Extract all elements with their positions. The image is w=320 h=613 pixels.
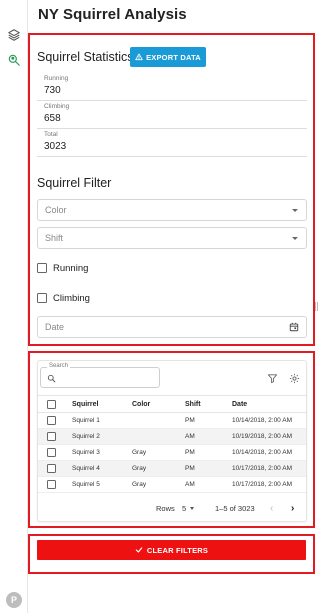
cell-squirrel: Squirrel 4 bbox=[72, 465, 100, 472]
chevron-down-icon bbox=[292, 209, 298, 212]
cell-color: Gray bbox=[132, 465, 147, 472]
previous-page-icon[interactable]: ‹ bbox=[270, 501, 273, 515]
shift-select[interactable]: Shift bbox=[37, 227, 307, 249]
date-placeholder: Date bbox=[45, 322, 65, 332]
cell-date: 10/17/2018, 2:00 AM bbox=[232, 481, 292, 488]
chevron-down-icon bbox=[292, 237, 298, 240]
resize-handle[interactable] bbox=[315, 302, 318, 311]
shift-placeholder: Shift bbox=[45, 233, 64, 243]
avatar[interactable]: P bbox=[6, 592, 22, 608]
running-checkbox-row[interactable]: Running bbox=[37, 261, 88, 275]
rows-per-page-label: Rows bbox=[156, 503, 175, 513]
search-input[interactable]: Search bbox=[40, 363, 160, 388]
cell-shift: PM bbox=[185, 449, 195, 456]
row-checkbox[interactable] bbox=[47, 445, 56, 460]
column-header-squirrel[interactable]: Squirrel bbox=[72, 396, 98, 412]
table-row[interactable]: Squirrel 2 AM 10/19/2018, 2:00 AM bbox=[38, 429, 306, 445]
table-row[interactable]: Squirrel 5 Gray AM 10/17/2018, 2:00 AM bbox=[38, 477, 306, 493]
stat-climbing: Climbing 658 bbox=[37, 101, 307, 129]
column-header-color[interactable]: Color bbox=[132, 396, 150, 412]
cell-date: 10/14/2018, 2:00 AM bbox=[232, 449, 292, 456]
stat-total: Total 3023 bbox=[37, 129, 307, 157]
statistics-title: Squirrel Statistics bbox=[37, 50, 134, 64]
export-data-button[interactable]: EXPORT DATA bbox=[130, 47, 206, 67]
climbing-label: Climbing bbox=[53, 292, 90, 304]
layers-icon[interactable] bbox=[4, 25, 24, 45]
stat-label: Climbing bbox=[44, 103, 70, 110]
search-icon bbox=[47, 374, 56, 383]
row-checkbox[interactable] bbox=[47, 413, 56, 428]
cell-date: 10/17/2018, 2:00 AM bbox=[232, 465, 292, 472]
check-icon bbox=[135, 547, 143, 553]
filter-title: Squirrel Filter bbox=[37, 176, 112, 190]
stat-running: Running 730 bbox=[37, 73, 307, 101]
stat-value: 658 bbox=[44, 113, 61, 124]
cell-color: Gray bbox=[132, 481, 147, 488]
table-row[interactable]: Squirrel 4 Gray PM 10/17/2018, 2:00 AM bbox=[38, 461, 306, 477]
column-header-date[interactable]: Date bbox=[232, 396, 247, 412]
table-row[interactable]: Squirrel 3 Gray PM 10/14/2018, 2:00 AM bbox=[38, 445, 306, 461]
stat-label: Total bbox=[44, 131, 58, 138]
running-label: Running bbox=[53, 262, 89, 274]
column-header-shift[interactable]: Shift bbox=[185, 396, 201, 412]
cell-shift: AM bbox=[185, 481, 195, 488]
climbing-checkbox-row[interactable]: Climbing bbox=[37, 291, 90, 305]
rows-per-page-value: 5 bbox=[182, 503, 187, 513]
cell-squirrel: Squirrel 1 bbox=[72, 417, 100, 424]
color-placeholder: Color bbox=[45, 205, 67, 215]
pagination-range: 1–5 of 3023 bbox=[215, 503, 255, 513]
stat-label: Running bbox=[44, 75, 69, 82]
page-title: NY Squirrel Analysis bbox=[38, 6, 187, 23]
cell-date: 10/14/2018, 2:00 AM bbox=[232, 417, 292, 424]
row-checkbox[interactable] bbox=[47, 429, 56, 444]
filter-icon[interactable] bbox=[265, 371, 279, 385]
rows-per-page-select[interactable]: 5 bbox=[182, 501, 195, 515]
running-checkbox[interactable] bbox=[37, 263, 47, 273]
left-rail: P bbox=[0, 0, 28, 613]
cell-shift: AM bbox=[185, 433, 195, 440]
stat-value: 730 bbox=[44, 85, 61, 96]
row-checkbox[interactable] bbox=[47, 461, 56, 476]
climbing-checkbox[interactable] bbox=[37, 293, 47, 303]
stat-value: 3023 bbox=[44, 141, 67, 152]
cell-color: Gray bbox=[132, 449, 147, 456]
export-data-label: EXPORT DATA bbox=[146, 52, 201, 62]
warning-icon bbox=[135, 53, 143, 61]
chevron-down-icon bbox=[190, 506, 195, 510]
row-checkbox[interactable] bbox=[47, 477, 56, 492]
cell-shift: PM bbox=[185, 417, 195, 424]
gear-icon[interactable] bbox=[287, 371, 301, 385]
cell-date: 10/19/2018, 2:00 AM bbox=[232, 433, 292, 440]
table-header: Squirrel Color Shift Date bbox=[38, 395, 306, 413]
cell-squirrel: Squirrel 2 bbox=[72, 433, 100, 440]
avatar-letter: P bbox=[10, 595, 17, 605]
cell-squirrel: Squirrel 5 bbox=[72, 481, 100, 488]
date-input[interactable]: Date bbox=[37, 316, 307, 338]
clear-filters-button[interactable]: CLEAR FILTERS bbox=[37, 540, 306, 560]
search-label: Search bbox=[47, 363, 71, 369]
cell-squirrel: Squirrel 3 bbox=[72, 449, 100, 456]
select-all-checkbox[interactable] bbox=[47, 396, 56, 412]
calendar-icon[interactable] bbox=[289, 322, 299, 332]
table-row[interactable]: Squirrel 1 PM 10/14/2018, 2:00 AM bbox=[38, 413, 306, 429]
next-page-icon[interactable]: › bbox=[291, 501, 294, 515]
location-search-icon[interactable] bbox=[4, 50, 24, 70]
cell-shift: PM bbox=[185, 465, 195, 472]
clear-filters-label: CLEAR FILTERS bbox=[146, 545, 209, 555]
color-select[interactable]: Color bbox=[37, 199, 307, 221]
